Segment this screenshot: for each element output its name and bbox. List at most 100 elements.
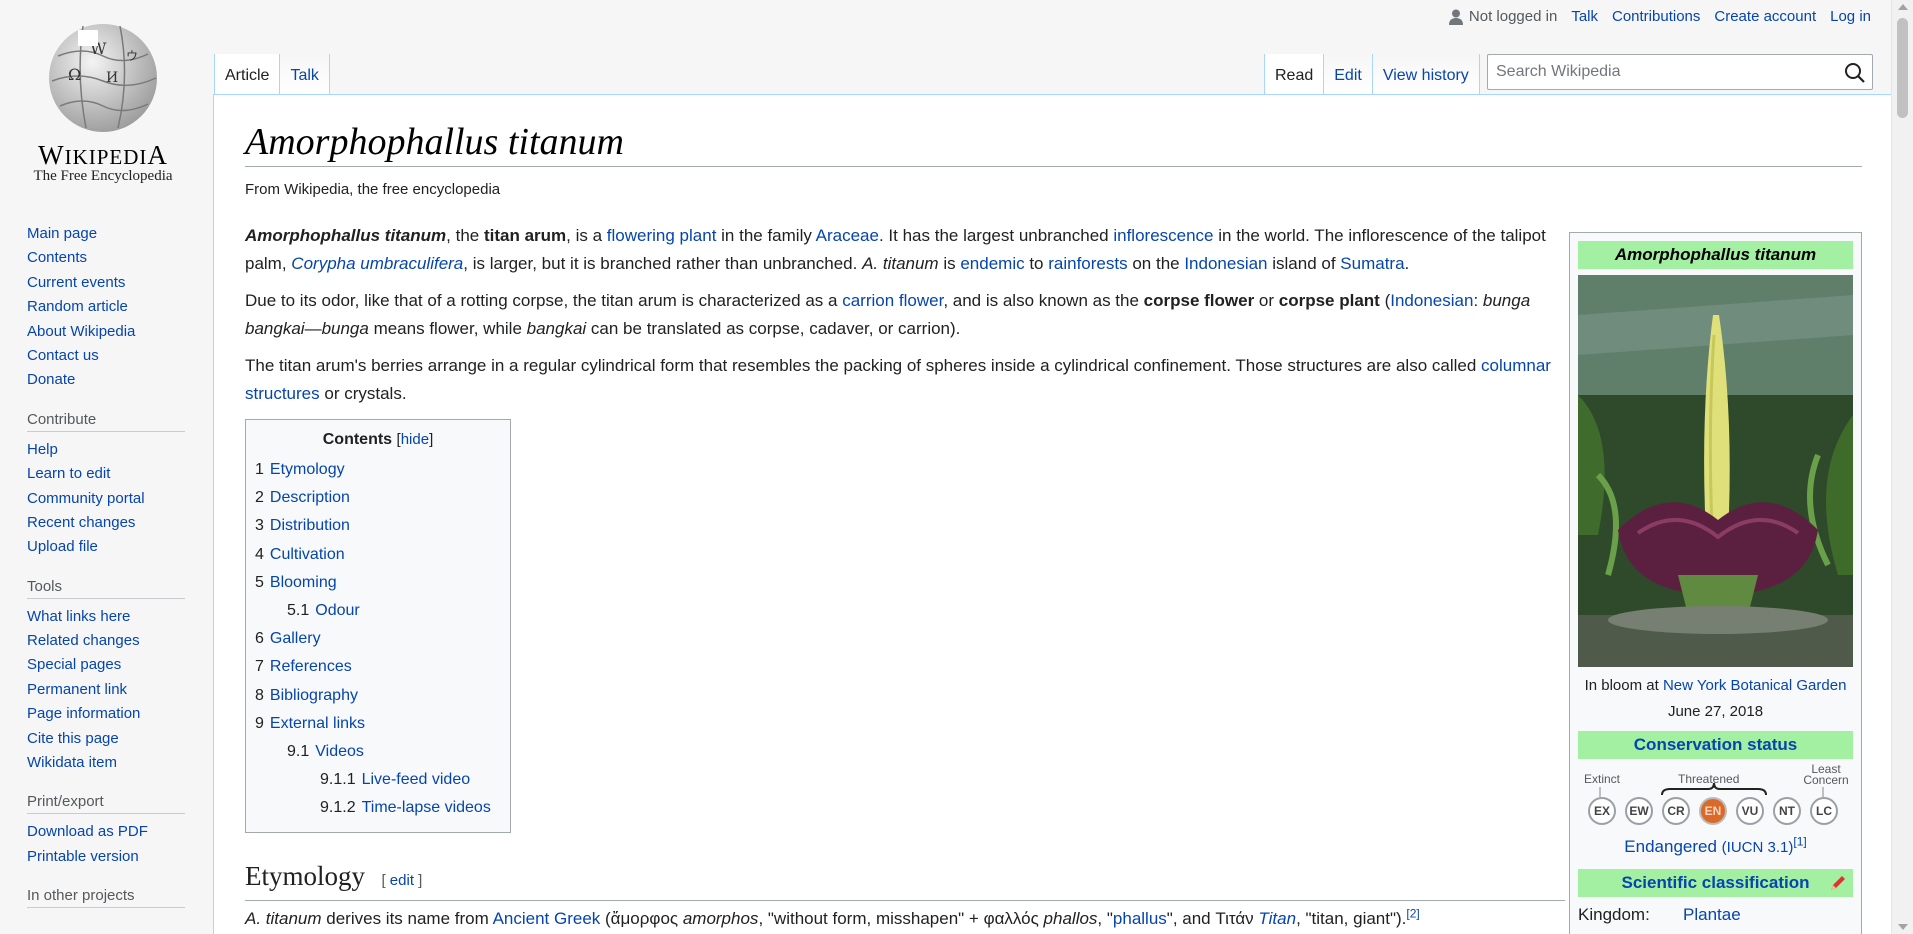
status-ew: EW [1625, 797, 1653, 825]
link-corypha[interactable]: Corypha umbraculifera [291, 254, 463, 273]
sidebar-item-random-article[interactable]: Random article [27, 295, 213, 319]
not-logged-in-text: Not logged in [1468, 8, 1558, 25]
toc-item-references[interactable]: 7 References [255, 653, 501, 681]
sidebar-item-page-information[interactable]: Page information [27, 702, 213, 726]
sidebar: Main page Contents Current events Random… [0, 222, 213, 926]
toc-item-bibliography[interactable]: 8 Bibliography [255, 682, 501, 710]
toc-item-external-links[interactable]: 9 External links [255, 710, 501, 738]
sidebar-item-donate[interactable]: Donate [27, 368, 213, 392]
toc-item-blooming[interactable]: 5 Blooming [255, 569, 501, 597]
toc-item-live-feed-video[interactable]: 9.1.1 Live-feed video [255, 766, 501, 794]
sidebar-item-what-links-here[interactable]: What links here [27, 605, 213, 629]
search-icon[interactable] [1844, 62, 1866, 84]
sidebar-item-learn-to-edit[interactable]: Learn to edit [27, 462, 213, 486]
sidebar-item-printable-version[interactable]: Printable version [27, 845, 213, 869]
sidebar-navigation: Main page Contents Current events Random… [0, 222, 213, 393]
link-plantae[interactable]: Plantae [1683, 905, 1741, 925]
toc-item-videos[interactable]: 9.1 Videos [255, 738, 501, 766]
toc-item-distribution[interactable]: 3 Distribution [255, 512, 501, 540]
titan-arum-photo[interactable] [1578, 275, 1853, 667]
sidebar-item-help[interactable]: Help [27, 438, 213, 462]
link-indonesian-language[interactable]: Indonesian [1390, 291, 1473, 310]
link-flowering-plant[interactable]: flowering plant [607, 226, 717, 245]
log-in-link[interactable]: Log in [1830, 8, 1871, 25]
personal-talk-link[interactable]: Talk [1571, 8, 1598, 25]
toc-item-description[interactable]: 2 Description [255, 484, 501, 512]
scroll-down-icon[interactable] [1898, 924, 1908, 930]
toc-item-gallery[interactable]: 6 Gallery [255, 625, 501, 653]
sidebar-item-community-portal[interactable]: Community portal [27, 487, 213, 511]
intro-paragraph-3: The titan arum's berries arrange in a re… [245, 356, 1551, 403]
tab-edit[interactable]: Edit [1324, 54, 1373, 94]
page-scrollbar[interactable] [1891, 0, 1913, 934]
taxobox: Amorphophallus titanum In bloom at New Y… [1569, 232, 1862, 934]
svg-text:Ω: Ω [68, 65, 81, 84]
status-nt: NT [1773, 797, 1801, 825]
sidebar-other-projects: In other projects [0, 887, 213, 909]
sidebar-item-download-pdf[interactable]: Download as PDF [27, 820, 213, 844]
link-inflorescence[interactable]: inflorescence [1113, 226, 1213, 245]
sidebar-item-contents[interactable]: Contents [27, 246, 213, 270]
toc-item-time-lapse-videos[interactable]: 9.1.2 Time-lapse videos [255, 794, 501, 822]
image-caption: In bloom at New York Botanical Garden Ju… [1584, 677, 1847, 720]
toc-item-etymology[interactable]: 1 Etymology [255, 456, 501, 484]
link-endemic[interactable]: endemic [960, 254, 1024, 273]
sidebar-item-related-changes[interactable]: Related changes [27, 629, 213, 653]
link-carrion-flower[interactable]: carrion flower [842, 291, 943, 310]
svg-text:ウ: ウ [126, 49, 138, 63]
status-en: EN [1699, 797, 1727, 825]
iucn-status-scale[interactable]: Extinct Threatened Least Concern EX EW C… [1578, 763, 1853, 851]
sidebar-heading-print-export: Print/export [27, 793, 185, 815]
toc-item-cultivation[interactable]: 4 Cultivation [255, 541, 501, 569]
edit-section-etymology: [ edit ] [381, 872, 423, 889]
toc-hide-link[interactable]: hide [401, 431, 429, 448]
tab-read[interactable]: Read [1264, 54, 1325, 94]
sidebar-item-permanent-link[interactable]: Permanent link [27, 678, 213, 702]
sidebar-contribute: Contribute Help Learn to edit Community … [0, 411, 213, 560]
create-account-link[interactable]: Create account [1714, 8, 1816, 25]
article-body: Amorphophallus titanum, the titan arum, … [245, 222, 1565, 417]
sidebar-tools: Tools What links here Related changes Sp… [0, 578, 213, 776]
sidebar-item-special-pages[interactable]: Special pages [27, 653, 213, 677]
scrollbar-thumb[interactable] [1897, 18, 1908, 118]
sidebar-item-wikidata-item[interactable]: Wikidata item [27, 751, 213, 775]
sidebar-item-recent-changes[interactable]: Recent changes [27, 511, 213, 535]
sidebar-heading-other-projects: In other projects [27, 887, 185, 909]
site-subtitle: From Wikipedia, the free encyclopedia [245, 181, 501, 198]
toc-title: Contents [hide] [322, 431, 434, 448]
wikipedia-tagline: The Free Encyclopedia [33, 168, 173, 184]
link-nybg[interactable]: New York Botanical Garden [1663, 677, 1846, 694]
table-of-contents: Contents [hide] 1 Etymology 2 Description … [245, 419, 511, 834]
sidebar-item-about-wikipedia[interactable]: About Wikipedia [27, 320, 213, 344]
search-input[interactable] [1488, 55, 1828, 89]
tab-view-history[interactable]: View history [1372, 54, 1480, 94]
scroll-up-icon[interactable] [1898, 4, 1908, 10]
status-cr: CR [1662, 797, 1690, 825]
link-rainforests[interactable]: rainforests [1048, 254, 1127, 273]
sidebar-item-main-page[interactable]: Main page [27, 222, 213, 246]
link-ancient-greek[interactable]: Ancient Greek [493, 909, 601, 928]
link-indonesian[interactable]: Indonesian [1184, 254, 1267, 273]
view-tabs: Read Edit View history [1264, 54, 1480, 94]
user-icon [1448, 9, 1463, 25]
link-phallus[interactable]: phallus [1113, 909, 1167, 928]
link-titan[interactable]: Titan [1258, 909, 1296, 928]
conservation-status-heading[interactable]: Conservation status [1578, 731, 1853, 759]
sidebar-item-contact-us[interactable]: Contact us [27, 344, 213, 368]
sidebar-item-cite-this-page[interactable]: Cite this page [27, 727, 213, 751]
sidebar-item-upload-file[interactable]: Upload file [27, 535, 213, 559]
wikipedia-logo[interactable]: W Ω И ウ WIKIPEDIA The Free Encyclopedia [0, 0, 213, 190]
tab-article[interactable]: Article [214, 54, 281, 94]
contributions-link[interactable]: Contributions [1612, 8, 1700, 25]
reference-2[interactable]: [2] [1406, 906, 1419, 920]
search-box [1487, 54, 1873, 90]
toc-item-odour[interactable]: 5.1 Odour [255, 597, 501, 625]
wikipedia-wordmark: WIKIPEDIA [38, 140, 168, 170]
wikipedia-globe-icon: W Ω И ウ [49, 24, 157, 132]
sidebar-item-current-events[interactable]: Current events [27, 271, 213, 295]
namespace-tabs: Article Talk [214, 54, 330, 94]
edit-pencil-icon[interactable] [1829, 874, 1847, 892]
tab-talk[interactable]: Talk [280, 54, 330, 94]
link-sumatra[interactable]: Sumatra [1340, 254, 1404, 273]
link-araceae[interactable]: Araceae [816, 226, 879, 245]
